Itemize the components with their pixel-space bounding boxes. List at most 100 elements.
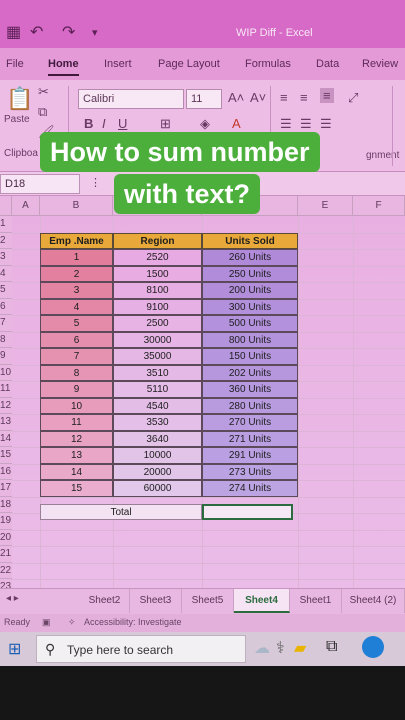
table-header-cell[interactable]: Units Sold — [202, 232, 298, 249]
align-right-icon[interactable]: ☰ — [320, 116, 332, 132]
region-cell[interactable]: 20000 — [113, 463, 202, 480]
row-header[interactable]: 17 — [0, 480, 12, 497]
units-sold-cell[interactable]: 260 Units — [202, 249, 298, 266]
emp-name-cell[interactable]: 1 — [40, 249, 113, 266]
name-box[interactable]: D18 — [0, 174, 80, 194]
tab-page-layout[interactable]: Page Layout — [158, 58, 220, 70]
sheet-tab-sheet5[interactable]: Sheet5 — [182, 589, 234, 613]
tab-insert[interactable]: Insert — [104, 58, 132, 70]
row-header[interactable]: 13 — [0, 414, 12, 431]
align-left-icon[interactable]: ☰ — [280, 116, 292, 132]
emp-name-cell[interactable]: 9 — [40, 381, 113, 398]
row-header[interactable]: 1 — [0, 216, 12, 233]
sheet-tab-sheet1[interactable]: Sheet1 — [290, 589, 342, 613]
table-header-cell[interactable]: Region — [113, 232, 202, 249]
region-cell[interactable]: 2500 — [113, 315, 202, 332]
units-sold-cell[interactable]: 200 Units — [202, 282, 298, 299]
column-header-f[interactable]: F — [353, 196, 405, 216]
tab-review[interactable]: Review — [362, 58, 398, 70]
copy-icon[interactable]: ⧉ — [38, 104, 47, 120]
emp-name-cell[interactable]: 10 — [40, 397, 113, 414]
accessibility-status[interactable]: Accessibility: Investigate — [84, 617, 182, 627]
column-header-b[interactable]: B — [40, 196, 113, 216]
row-header[interactable]: 4 — [0, 265, 12, 282]
font-color-icon[interactable]: A — [232, 116, 241, 131]
edge-browser-icon[interactable] — [362, 636, 384, 658]
region-cell[interactable]: 3640 — [113, 430, 202, 447]
units-sold-cell[interactable]: 280 Units — [202, 397, 298, 414]
units-sold-cell[interactable]: 150 Units — [202, 348, 298, 365]
emp-name-cell[interactable]: 2 — [40, 265, 113, 282]
align-top-icon[interactable]: ≡ — [280, 90, 288, 105]
file-explorer-icon[interactable]: ▰ — [294, 638, 306, 658]
row-header[interactable]: 10 — [0, 364, 12, 381]
taskbar-search-box[interactable]: ⚲ Type here to search — [36, 635, 246, 663]
row-header[interactable]: 22 — [0, 562, 12, 579]
emp-name-cell[interactable]: 5 — [40, 315, 113, 332]
column-header-e[interactable]: E — [298, 196, 353, 216]
row-header[interactable]: 6 — [0, 298, 12, 315]
total-label-cell[interactable]: Total — [40, 504, 202, 520]
macro-record-icon[interactable]: ▣ — [42, 617, 51, 628]
cut-icon[interactable]: ✂ — [38, 84, 49, 100]
redo-icon[interactable]: ↷ — [62, 22, 75, 42]
font-name-select[interactable]: Calibri — [78, 89, 184, 109]
tab-formulas[interactable]: Formulas — [245, 58, 291, 70]
sheet-tab-sheet2[interactable]: Sheet2 — [80, 589, 130, 613]
align-center-icon[interactable]: ☰ — [300, 116, 312, 132]
emp-name-cell[interactable]: 3 — [40, 282, 113, 299]
emp-name-cell[interactable]: 15 — [40, 480, 113, 497]
spreadsheet-grid[interactable]: A B C D E F 1234567891011121314151617181… — [0, 196, 405, 597]
emp-name-cell[interactable]: 12 — [40, 430, 113, 447]
table-header-cell[interactable]: Emp .Name — [40, 232, 113, 249]
units-sold-cell[interactable]: 273 Units — [202, 463, 298, 480]
units-sold-cell[interactable]: 360 Units — [202, 381, 298, 398]
emp-name-cell[interactable]: 7 — [40, 348, 113, 365]
region-cell[interactable]: 1500 — [113, 265, 202, 282]
align-bottom-icon[interactable]: ≡ — [320, 88, 334, 103]
tab-data[interactable]: Data — [316, 58, 339, 70]
bold-icon[interactable]: B — [84, 116, 93, 131]
units-sold-cell[interactable]: 800 Units — [202, 331, 298, 348]
emp-name-cell[interactable]: 4 — [40, 298, 113, 315]
emp-name-cell[interactable]: 11 — [40, 414, 113, 431]
decrease-font-icon[interactable]: A˅ — [250, 90, 266, 105]
windows-start-icon[interactable]: ⊞ — [8, 639, 21, 659]
row-header[interactable]: 2 — [0, 232, 12, 249]
selected-cell-d18[interactable] — [202, 504, 293, 520]
orientation-icon[interactable]: ⤢ — [348, 90, 358, 106]
italic-icon[interactable]: I — [102, 116, 106, 131]
units-sold-cell[interactable]: 274 Units — [202, 480, 298, 497]
row-header[interactable]: 21 — [0, 546, 12, 563]
row-header[interactable]: 11 — [0, 381, 12, 398]
row-header[interactable]: 8 — [0, 331, 12, 348]
sheet-tab-sheet4[interactable]: Sheet4 — [234, 589, 290, 613]
paste-icon[interactable]: 📋 — [6, 86, 33, 112]
row-header[interactable]: 7 — [0, 315, 12, 332]
sheet-tab-sheet3[interactable]: Sheet3 — [130, 589, 182, 613]
emp-name-cell[interactable]: 14 — [40, 463, 113, 480]
row-header[interactable]: 20 — [0, 529, 12, 546]
region-cell[interactable]: 3510 — [113, 364, 202, 381]
fill-color-icon[interactable]: ◈ — [200, 116, 210, 132]
region-cell[interactable]: 5110 — [113, 381, 202, 398]
units-sold-cell[interactable]: 250 Units — [202, 265, 298, 282]
emp-name-cell[interactable]: 8 — [40, 364, 113, 381]
sheet-scroll-icon[interactable]: ◂ ▸ — [6, 593, 19, 604]
stethoscope-icon[interactable]: ⚕ — [276, 638, 285, 658]
units-sold-cell[interactable]: 300 Units — [202, 298, 298, 315]
align-middle-icon[interactable]: ≡ — [300, 90, 308, 105]
units-sold-cell[interactable]: 202 Units — [202, 364, 298, 381]
font-size-select[interactable]: 11 — [186, 89, 222, 109]
row-header[interactable]: 14 — [0, 430, 12, 447]
region-cell[interactable]: 35000 — [113, 348, 202, 365]
borders-icon[interactable]: ⊞ — [160, 116, 171, 132]
increase-font-icon[interactable]: A˄ — [228, 90, 244, 105]
undo-icon[interactable]: ↶ — [30, 22, 43, 42]
underline-icon[interactable]: U — [118, 116, 127, 131]
units-sold-cell[interactable]: 271 Units — [202, 430, 298, 447]
accessibility-icon[interactable]: ✧ — [68, 617, 76, 628]
region-cell[interactable]: 8100 — [113, 282, 202, 299]
row-header[interactable]: 3 — [0, 249, 12, 266]
widgets-icon[interactable]: ☁ — [254, 638, 270, 658]
